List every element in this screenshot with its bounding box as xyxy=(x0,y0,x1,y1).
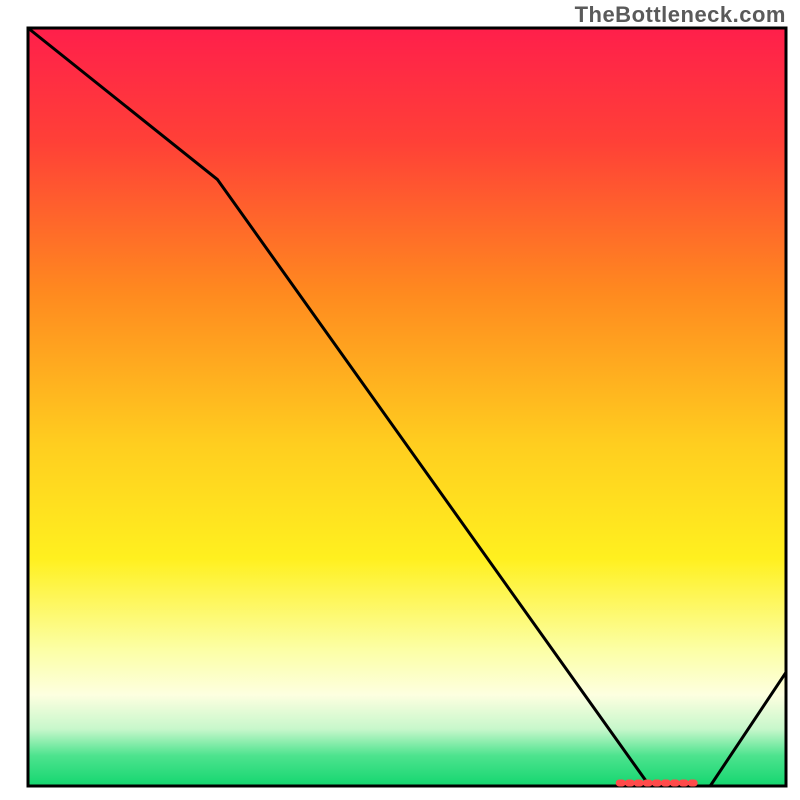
chart-frame: TheBottleneck.com xyxy=(0,0,800,800)
bottleneck-chart xyxy=(0,0,800,800)
plot-background xyxy=(28,28,786,786)
